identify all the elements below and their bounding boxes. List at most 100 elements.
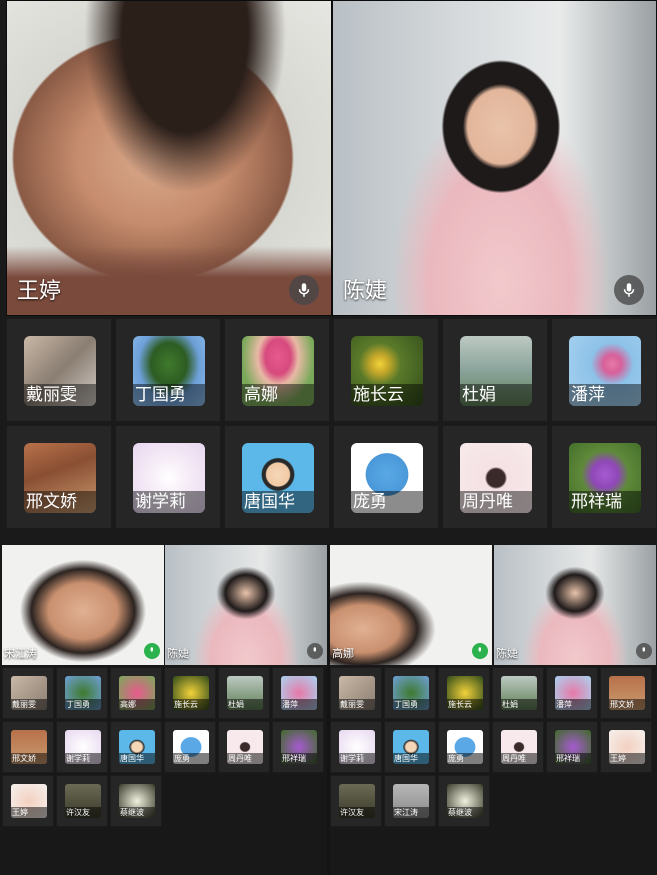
avatar: 邢文娇 bbox=[24, 443, 96, 513]
video-tile-wangting[interactable]: 王婷 bbox=[6, 0, 332, 316]
participant-tile[interactable]: 邢祥瑞 bbox=[272, 721, 324, 773]
avatar: 丁国勇 bbox=[393, 676, 429, 710]
participant-name: 许汉友 bbox=[339, 807, 375, 818]
video-tile[interactable]: 高娜 bbox=[330, 545, 492, 665]
participant-name: 邢文娇 bbox=[11, 753, 47, 764]
participant-name: 周丹唯 bbox=[460, 491, 532, 513]
participant-name: 戴丽雯 bbox=[11, 699, 47, 710]
participant-tile[interactable]: 蔡继波 bbox=[438, 775, 490, 827]
participant-tile[interactable]: 丁国勇 bbox=[56, 667, 108, 719]
participant-tile[interactable]: 庞勇 bbox=[164, 721, 216, 773]
mic-icon[interactable] bbox=[614, 275, 644, 305]
participant-tile[interactable]: 杜娟 bbox=[492, 667, 544, 719]
avatar: 周丹唯 bbox=[227, 730, 263, 764]
participant-name: 潘萍 bbox=[281, 699, 317, 710]
participant-tile[interactable]: 戴丽雯 bbox=[2, 667, 54, 719]
participant-tile[interactable]: 戴丽雯 bbox=[330, 667, 382, 719]
participant-tile[interactable]: 许汉友 bbox=[330, 775, 382, 827]
participant-name: 丁国勇 bbox=[65, 699, 101, 710]
participant-tile[interactable]: 王婷 bbox=[2, 775, 54, 827]
participant-tile[interactable]: 潘萍 bbox=[551, 318, 657, 422]
mic-glyph bbox=[150, 647, 154, 652]
participant-tile[interactable]: 高娜 bbox=[224, 318, 330, 422]
participant-tile[interactable]: 蔡继波 bbox=[110, 775, 162, 827]
participant-name: 宋江涛 bbox=[393, 807, 429, 818]
participant-tile[interactable]: 潘萍 bbox=[546, 667, 598, 719]
participant-name: 唐国华 bbox=[393, 753, 429, 764]
avatar: 高娜 bbox=[242, 336, 314, 406]
conference-panel-left: 宋江涛 陈婕 戴丽雯 丁国勇 高娜 施长云 杜娟 潘萍 邢文娇 谢学莉 唐国华 … bbox=[0, 545, 327, 875]
participant-name: 宋江涛 bbox=[4, 647, 37, 660]
participant-name: 蔡继波 bbox=[447, 807, 483, 818]
clothing-shape bbox=[7, 1, 331, 315]
mic-glyph bbox=[313, 647, 317, 652]
mic-icon[interactable] bbox=[144, 643, 160, 659]
participant-name: 潘萍 bbox=[569, 384, 641, 406]
person-shape bbox=[494, 545, 656, 665]
participant-tile[interactable]: 唐国华 bbox=[384, 721, 436, 773]
mic-icon[interactable] bbox=[636, 643, 652, 659]
avatar: 潘萍 bbox=[281, 676, 317, 710]
avatar: 庞勇 bbox=[173, 730, 209, 764]
participant-name: 蔡继波 bbox=[119, 807, 155, 818]
participant-tile[interactable]: 谢学莉 bbox=[56, 721, 108, 773]
participant-tile[interactable]: 宋江涛 bbox=[384, 775, 436, 827]
participant-tile[interactable]: 施长云 bbox=[333, 318, 439, 422]
video-tile[interactable]: 宋江涛 bbox=[2, 545, 164, 665]
participant-tile[interactable]: 丁国勇 bbox=[115, 318, 221, 422]
participant-tile[interactable]: 戴丽雯 bbox=[6, 318, 112, 422]
participant-tile[interactable]: 高娜 bbox=[110, 667, 162, 719]
avatar: 庞勇 bbox=[447, 730, 483, 764]
participant-tile[interactable]: 王婷 bbox=[600, 721, 652, 773]
avatar: 潘萍 bbox=[555, 676, 591, 710]
participant-tile[interactable]: 庞勇 bbox=[438, 721, 490, 773]
participant-tile[interactable]: 丁国勇 bbox=[384, 667, 436, 719]
participant-tile[interactable]: 施长云 bbox=[438, 667, 490, 719]
mic-icon[interactable] bbox=[472, 643, 488, 659]
video-tile[interactable]: 陈婕 bbox=[494, 545, 656, 665]
avatar: 许汉友 bbox=[339, 784, 375, 818]
avatar: 丁国勇 bbox=[133, 336, 205, 406]
participant-tile[interactable]: 杜娟 bbox=[442, 318, 548, 422]
mic-icon[interactable] bbox=[289, 275, 319, 305]
person-shape bbox=[333, 1, 656, 315]
avatar: 庞勇 bbox=[351, 443, 423, 513]
participant-tile[interactable]: 周丹唯 bbox=[218, 721, 270, 773]
avatar: 王婷 bbox=[609, 730, 645, 764]
avatar: 施长云 bbox=[351, 336, 423, 406]
participant-tile[interactable]: 潘萍 bbox=[272, 667, 324, 719]
video-tile[interactable]: 陈婕 bbox=[165, 545, 327, 665]
participant-name: 周丹唯 bbox=[227, 753, 263, 764]
participant-tile[interactable]: 邢祥瑞 bbox=[546, 721, 598, 773]
participant-tile[interactable]: 施长云 bbox=[164, 667, 216, 719]
avatar: 邢祥瑞 bbox=[569, 443, 641, 513]
participant-tile[interactable]: 许汉友 bbox=[56, 775, 108, 827]
participant-name: 谢学莉 bbox=[339, 753, 375, 764]
participant-name: 庞勇 bbox=[447, 753, 483, 764]
participant-tile[interactable]: 邢祥瑞 bbox=[551, 425, 657, 529]
participant-tile[interactable]: 谢学莉 bbox=[115, 425, 221, 529]
participant-name: 丁国勇 bbox=[393, 699, 429, 710]
participant-tile[interactable]: 庞勇 bbox=[333, 425, 439, 529]
avatar: 唐国华 bbox=[393, 730, 429, 764]
participant-name: 高娜 bbox=[119, 699, 155, 710]
participant-tile[interactable]: 邢文娇 bbox=[2, 721, 54, 773]
participant-name: 邢祥瑞 bbox=[569, 491, 641, 513]
participant-tile[interactable]: 周丹唯 bbox=[442, 425, 548, 529]
main-conference-view: 王婷 陈婕 戴丽雯 丁国勇 高娜 施长云 杜娟 潘萍 邢文娇 谢学莉 唐国华 庞… bbox=[0, 0, 657, 545]
participant-tile[interactable]: 唐国华 bbox=[224, 425, 330, 529]
video-feed bbox=[330, 545, 492, 665]
participant-tile[interactable]: 邢文娇 bbox=[600, 667, 652, 719]
avatar: 周丹唯 bbox=[501, 730, 537, 764]
participant-tile[interactable]: 周丹唯 bbox=[492, 721, 544, 773]
participant-tile[interactable]: 谢学莉 bbox=[330, 721, 382, 773]
participant-name: 陈婕 bbox=[343, 279, 388, 304]
participant-tile[interactable]: 杜娟 bbox=[218, 667, 270, 719]
avatar: 蔡继波 bbox=[119, 784, 155, 818]
participant-name: 潘萍 bbox=[555, 699, 591, 710]
video-tile-chenjie[interactable]: 陈婕 bbox=[332, 0, 657, 316]
participant-tile[interactable]: 唐国华 bbox=[110, 721, 162, 773]
participant-name: 施长云 bbox=[447, 699, 483, 710]
mic-icon[interactable] bbox=[307, 643, 323, 659]
participant-tile[interactable]: 邢文娇 bbox=[6, 425, 112, 529]
